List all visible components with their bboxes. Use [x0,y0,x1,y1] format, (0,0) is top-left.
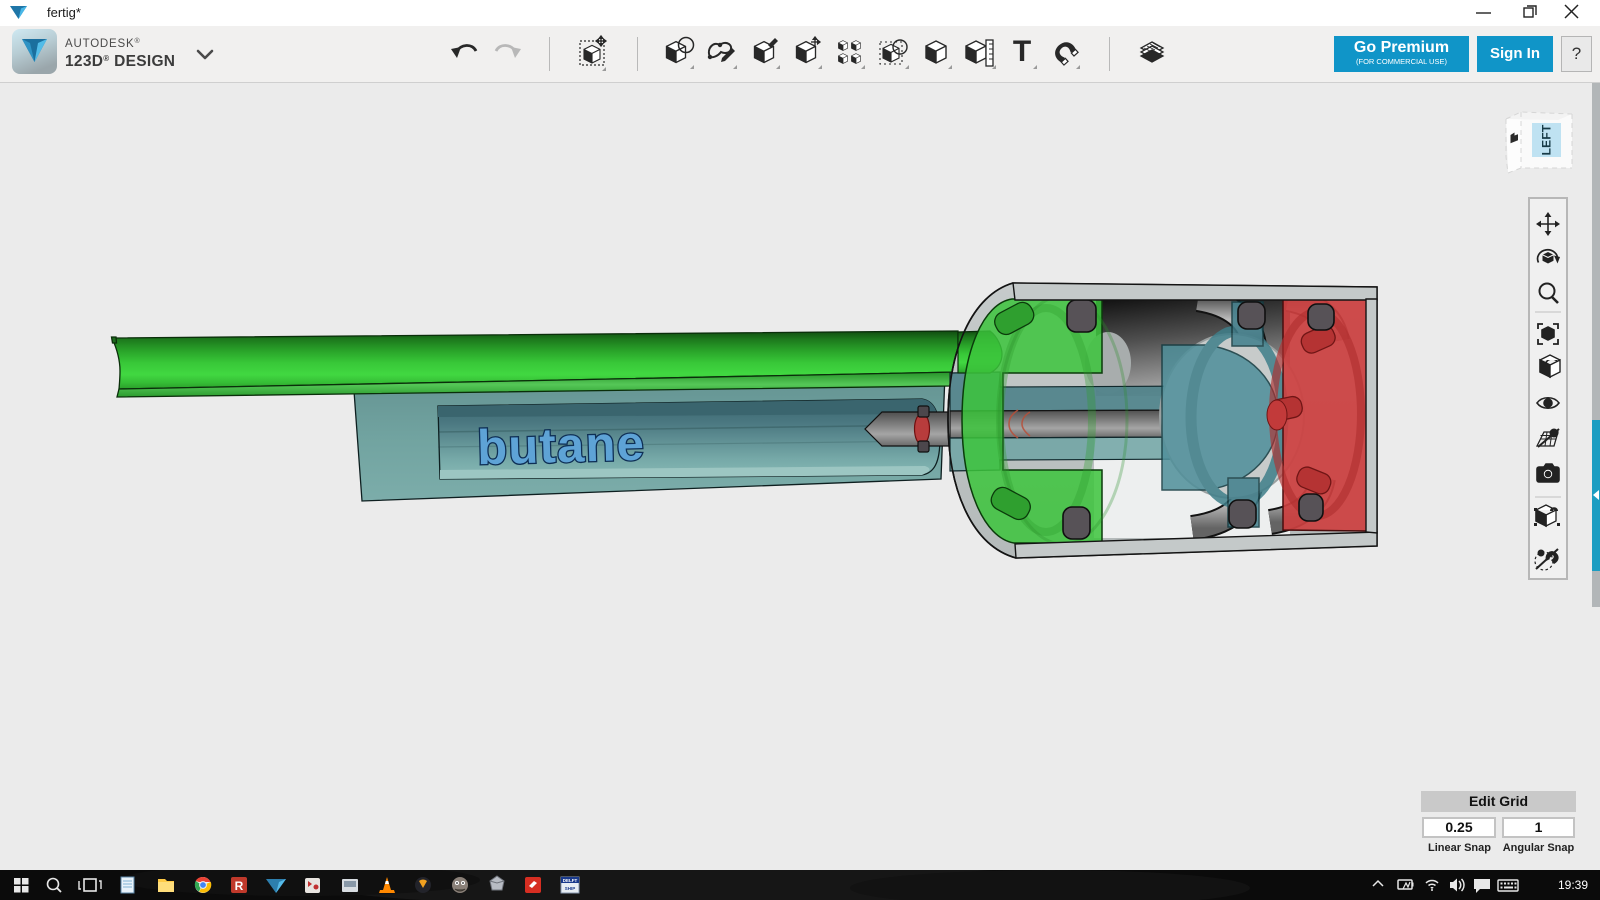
svg-text:R: R [235,879,244,893]
svg-text:T: T [1013,35,1031,68]
svg-text:DELFT: DELFT [563,878,578,883]
svg-text:SHIP: SHIP [565,886,576,891]
svg-text:LEFT: LEFT [1540,124,1554,155]
